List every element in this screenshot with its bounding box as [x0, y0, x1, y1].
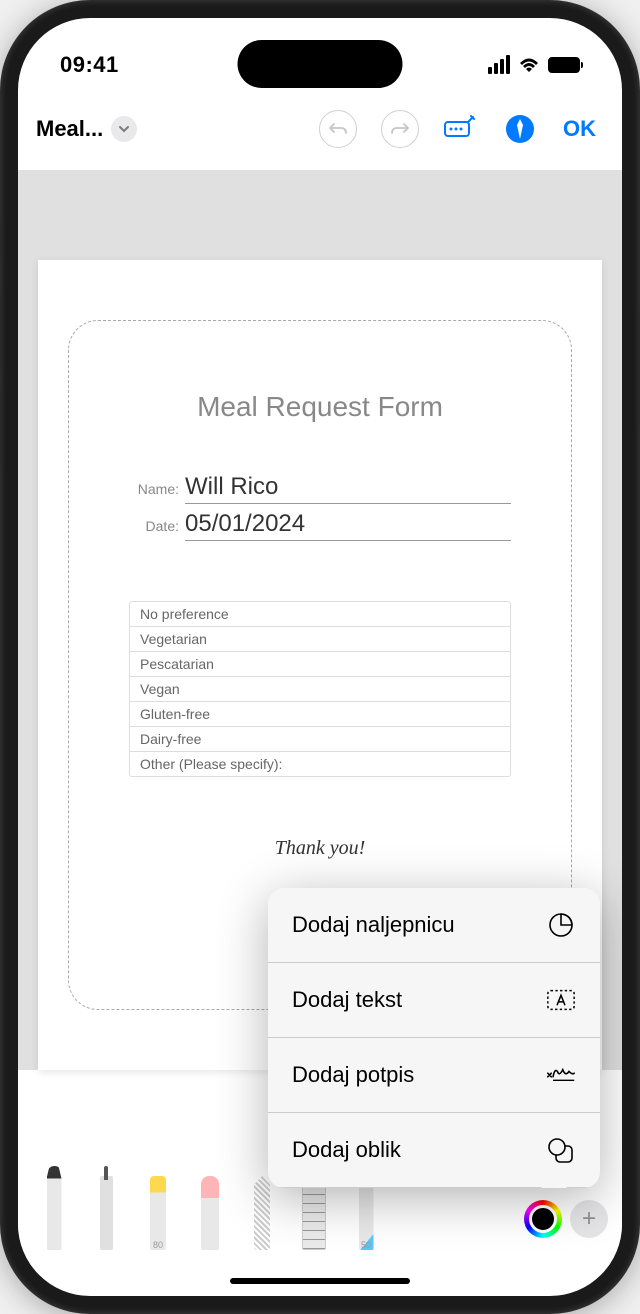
option-row: No preference	[130, 602, 510, 627]
form-title: Meal Request Form	[99, 391, 541, 423]
battery-icon	[548, 57, 580, 73]
sticker-icon	[546, 910, 576, 940]
option-row: Vegetarian	[130, 627, 510, 652]
option-row: Pescatarian	[130, 652, 510, 677]
status-indicators	[488, 55, 580, 74]
meal-options-table: No preference Vegetarian Pescatarian Veg…	[129, 601, 511, 777]
tool-value: 50	[361, 1240, 371, 1250]
menu-item-label: Dodaj oblik	[292, 1137, 401, 1163]
thank-you-text: Thank you!	[99, 837, 541, 860]
home-indicator[interactable]	[230, 1278, 410, 1284]
wifi-icon	[518, 57, 540, 73]
autofill-button[interactable]	[443, 114, 477, 145]
phone-frame: 09:41 Meal...	[0, 0, 640, 1314]
status-time: 09:41	[60, 52, 119, 78]
dynamic-island	[238, 40, 403, 88]
eraser-tool[interactable]	[188, 1176, 232, 1250]
markup-button[interactable]	[501, 110, 539, 148]
date-label: Date:	[129, 518, 185, 534]
current-color-icon	[529, 1205, 557, 1233]
option-row: Gluten-free	[130, 702, 510, 727]
name-label: Name:	[129, 481, 185, 497]
option-row: Other (Please specify):	[130, 752, 510, 776]
title-text: Meal...	[36, 116, 103, 142]
date-value: 05/01/2024	[185, 510, 511, 541]
add-button[interactable]: +	[570, 1200, 608, 1238]
add-sticker-item[interactable]: Dodaj naljepnicu	[268, 888, 600, 963]
text-box-icon	[546, 985, 576, 1015]
option-row: Dairy-free	[130, 727, 510, 752]
name-row: Name: Will Rico	[129, 473, 511, 504]
navigation-toolbar: Meal... OK	[18, 88, 622, 170]
menu-item-label: Dodaj naljepnicu	[292, 912, 455, 938]
highlighter-tool[interactable]: 80	[136, 1176, 180, 1250]
name-value: Will Rico	[185, 473, 511, 504]
side-button	[0, 220, 1, 260]
redo-button[interactable]	[381, 110, 419, 148]
undo-button[interactable]	[319, 110, 357, 148]
menu-item-label: Dodaj potpis	[292, 1062, 414, 1088]
date-row: Date: 05/01/2024	[129, 510, 511, 541]
lasso-tool[interactable]	[240, 1176, 284, 1250]
color-picker-button[interactable]	[524, 1200, 562, 1238]
add-popup-menu: Dodaj naljepnicu Dodaj tekst Dodaj potpi…	[268, 888, 600, 1188]
option-row: Vegan	[130, 677, 510, 702]
cellular-signal-icon	[488, 55, 510, 74]
pen-tool[interactable]	[32, 1166, 76, 1250]
menu-item-label: Dodaj tekst	[292, 987, 402, 1013]
phone-screen: 09:41 Meal...	[18, 18, 622, 1296]
add-signature-item[interactable]: Dodaj potpis	[268, 1038, 600, 1113]
document-title[interactable]: Meal...	[36, 116, 137, 142]
volume-down-button	[0, 390, 1, 470]
done-button[interactable]: OK	[563, 116, 596, 142]
add-text-item[interactable]: Dodaj tekst	[268, 963, 600, 1038]
volume-up-button	[0, 290, 1, 370]
shapes-icon	[546, 1135, 576, 1165]
signature-icon	[546, 1060, 576, 1090]
tool-value: 80	[153, 1240, 163, 1250]
marker-tool[interactable]	[84, 1176, 128, 1250]
chevron-down-icon[interactable]	[111, 116, 137, 142]
plus-icon: +	[582, 1205, 596, 1233]
